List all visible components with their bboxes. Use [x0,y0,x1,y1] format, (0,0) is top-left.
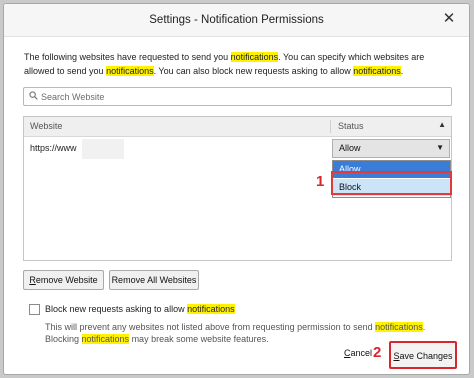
highlighted-word: notifications [187,304,235,314]
remove-website-button[interactable]: Remove Website [23,270,104,290]
hint-part: may break some website features. [129,334,269,344]
chevron-down-icon: ▼ [436,143,444,152]
table-header: Website Status ▲ [24,117,451,137]
close-icon[interactable]: ✕ [440,10,458,28]
highlighted-word: notifications [353,66,401,76]
column-header-website[interactable]: Website [30,121,62,131]
highlighted-word: notifications [106,66,154,76]
search-box[interactable] [23,87,452,106]
notification-permissions-dialog: Settings - Notification Permissions ✕ Th… [3,3,470,375]
highlighted-word: notifications [375,322,423,332]
cancel-button[interactable]: Cancel [344,348,372,358]
button-label: ancel [350,348,373,358]
status-select[interactable]: Allow ▼ [332,139,450,158]
block-new-requests-label[interactable]: Block new requests asking to allow notif… [45,304,235,314]
label-text: Block new requests asking to allow [45,304,188,314]
annotation-step-1: 1 [316,173,325,190]
highlighted-word: notifications [230,52,279,62]
remove-all-websites-button[interactable]: Remove All Websites [109,270,199,290]
title-bar: Settings - Notification Permissions ✕ [4,4,469,37]
search-icon [29,91,38,102]
redacted-area [82,139,124,159]
column-divider [330,120,331,133]
block-new-requests-checkbox[interactable] [29,304,40,315]
description-part: . You can also block new requests asking… [153,66,354,76]
search-input[interactable] [41,89,441,104]
dialog-title: Settings - Notification Permissions [149,14,324,26]
sort-ascending-icon[interactable]: ▲ [438,120,446,129]
annotation-highlight-box [331,171,452,195]
button-label: emove Website [35,275,98,285]
description-text: The following websites have requested to… [24,50,454,78]
status-select-value: Allow [339,143,361,153]
website-url: https://www [30,143,77,153]
hint-part: This will prevent any websites not liste… [45,322,376,332]
highlighted-word: notifications [81,334,130,344]
annotation-step-2: 2 [373,344,382,361]
column-header-status[interactable]: Status [338,121,364,131]
description-part: . [400,66,404,76]
description-part: The following websites have requested to… [24,52,231,62]
button-label: ave Changes [399,351,453,361]
table-row[interactable]: https://www Allow ▼ [24,137,451,161]
save-changes-button[interactable]: Save Changes [389,341,457,369]
